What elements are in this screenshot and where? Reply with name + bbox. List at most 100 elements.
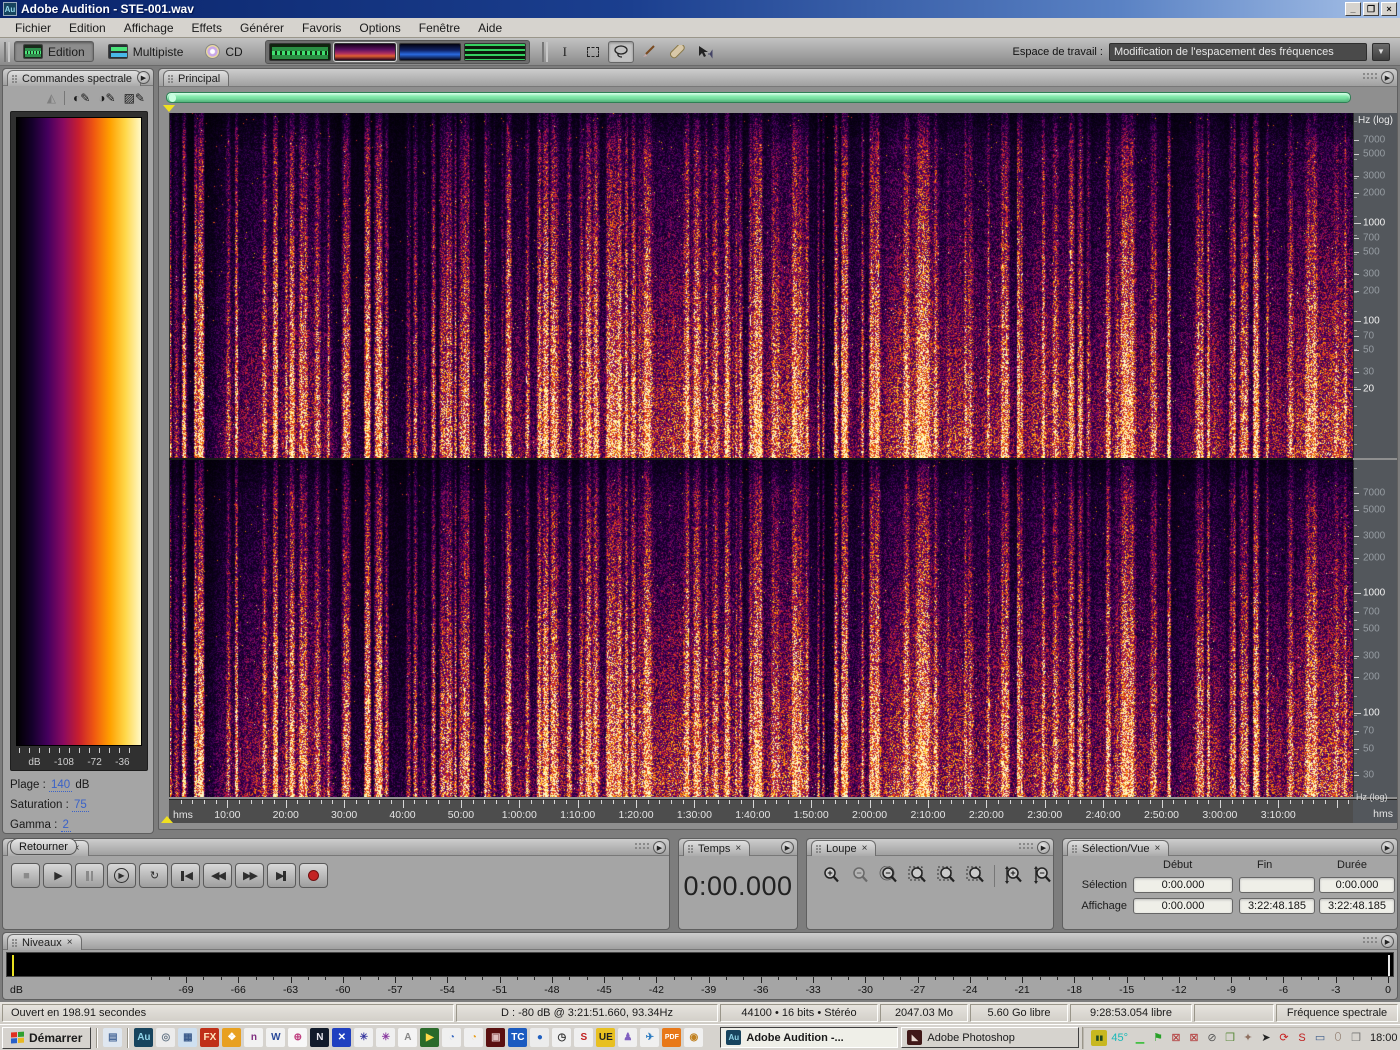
media-player-icon[interactable]: ◉ <box>684 1028 704 1047</box>
play-looped-button[interactable]: ↻ <box>139 863 168 888</box>
star-app-2-icon[interactable]: ✳ <box>376 1028 396 1047</box>
ultraedit-icon[interactable]: UE <box>596 1028 616 1047</box>
purple-figure-app-icon[interactable]: ♟ <box>618 1028 638 1047</box>
menu-affichage[interactable]: Affichage <box>115 19 183 37</box>
record-button[interactable] <box>299 863 328 888</box>
play-from-cursor-button[interactable]: ▶ <box>107 863 136 888</box>
audio-pause-indicator-icon[interactable]: ▮▮ <box>1091 1029 1108 1046</box>
minimized-strip-icon[interactable]: ▁ <box>1132 1030 1148 1046</box>
go-to-beginning-button[interactable]: ◀ <box>171 863 200 888</box>
zoom-out-full-button[interactable]: − <box>875 863 902 888</box>
time-selection-tool[interactable]: I <box>552 41 578 63</box>
zoom-to-selection-button[interactable] <box>904 863 931 888</box>
spot-healing-brush-tool[interactable] <box>664 41 690 63</box>
selection-tab-close-icon[interactable]: × <box>1154 843 1160 854</box>
package-utility-icon[interactable]: ❒ <box>1222 1030 1238 1046</box>
time-panel-menu-icon[interactable]: ▶ <box>781 841 794 854</box>
horizontal-scrollbar[interactable] <box>166 92 1351 103</box>
globe-gold-icon[interactable]: ◔ <box>464 1028 484 1047</box>
scrub-tool[interactable] <box>692 41 718 63</box>
rewind-button[interactable]: ◀◀ <box>203 863 232 888</box>
airplane-app-icon[interactable]: ✈ <box>640 1028 660 1047</box>
tc-app-icon[interactable]: TC <box>508 1028 528 1047</box>
pen-tool-app-icon[interactable]: ✕ <box>332 1028 352 1047</box>
menu-edition[interactable]: Edition <box>60 19 115 37</box>
waveform-display-view[interactable] <box>268 42 331 61</box>
pointer-utility-icon[interactable]: ✦ <box>1240 1030 1256 1046</box>
sbp-app-icon[interactable]: S <box>574 1028 594 1047</box>
spectral-phase-display-view[interactable] <box>463 42 526 61</box>
transport-panel-menu-icon[interactable]: ▶ <box>653 841 666 854</box>
minimize-button[interactable]: _ <box>1345 2 1361 16</box>
selection-debut-field[interactable]: 0:00.000 <box>1133 877 1233 893</box>
menu-generer[interactable]: Générer <box>231 19 293 37</box>
dark-red-app-icon[interactable]: ▣ <box>486 1028 506 1047</box>
selection-panel-menu-icon[interactable]: ▶ <box>1381 841 1394 854</box>
playhead-marker-top[interactable] <box>163 105 175 112</box>
show-desktop-icon[interactable]: ▤ <box>103 1028 123 1047</box>
zoom-out-horizontal-button[interactable]: − <box>846 863 873 888</box>
affichage-debut-field[interactable]: 0:00.000 <box>1133 898 1233 914</box>
fast-forward-button[interactable]: ▶▶ <box>235 863 264 888</box>
play-button[interactable]: ▶ <box>43 863 72 888</box>
time-tab[interactable]: Temps × <box>683 840 751 856</box>
multipiste-mode-button[interactable]: Multipiste <box>100 42 192 61</box>
edit-palette-icon-3[interactable]: ▨✎ <box>124 91 145 105</box>
effects-paintbrush-tool[interactable] <box>636 41 662 63</box>
zoom-in-left-edge-selection-button[interactable] <box>933 863 960 888</box>
marquee-selection-tool[interactable] <box>580 41 606 63</box>
clock-app-icon[interactable]: ◷ <box>552 1028 572 1047</box>
spectral-color-gradient[interactable] <box>16 117 142 746</box>
edition-mode-button[interactable]: Edition <box>14 41 94 62</box>
principal-tab[interactable]: Principal <box>163 70 230 86</box>
frequency-scale-top[interactable]: Hz (log) 7000 5000 3000 2000 1000 700 500 300 200… <box>1353 113 1397 458</box>
saturation-value[interactable]: 75 <box>72 799 89 812</box>
range-value[interactable]: 140 <box>49 779 73 792</box>
workspace-dropdown-arrow-icon[interactable]: ▼ <box>1372 42 1390 61</box>
main-panel-menu-icon[interactable]: ▶ <box>1381 71 1394 84</box>
pause-button[interactable] <box>75 863 104 888</box>
display-settings-icon[interactable]: ▭ <box>1312 1030 1328 1046</box>
sync-utility-icon[interactable]: ⟳ <box>1276 1030 1292 1046</box>
zoom-out-vertical-button[interactable]: − <box>1029 863 1056 888</box>
spectral-frequency-display-view[interactable] <box>332 41 397 62</box>
orange-utility-icon[interactable]: ❖ <box>222 1028 242 1047</box>
restore-button[interactable]: ❐ <box>1363 2 1379 16</box>
levels-tab-close-icon[interactable]: × <box>67 937 73 948</box>
task-adobe-audition-[interactable]: Au Adobe Audition -... <box>720 1027 899 1048</box>
stop-button[interactable]: ■ <box>11 863 40 888</box>
blocked-device-icon[interactable]: ⊘ <box>1204 1030 1220 1046</box>
menu-fichier[interactable]: Fichier <box>6 19 60 37</box>
network-offline-2-icon[interactable]: ⊠ <box>1186 1030 1202 1046</box>
spectral-panel-menu-icon[interactable]: ▶ <box>137 71 150 84</box>
affichage-fin-field[interactable]: 3:22:48.185 <box>1239 898 1315 914</box>
level-meter[interactable] <box>6 952 1394 977</box>
network-offline-1-icon[interactable]: ⊠ <box>1168 1030 1184 1046</box>
document-viewer-icon[interactable]: A <box>398 1028 418 1047</box>
go-to-end-button[interactable]: ▶ <box>267 863 296 888</box>
spectrogram-left-channel[interactable] <box>169 113 1354 458</box>
spectral-panel-tab[interactable]: Commandes spectrale <box>7 70 142 86</box>
levels-tab[interactable]: Niveaux × <box>7 934 82 950</box>
adobe-audition-icon[interactable]: Au <box>134 1028 154 1047</box>
netscape-icon[interactable]: N <box>310 1028 330 1047</box>
spectrogram-right-channel[interactable] <box>169 460 1354 797</box>
globe-blue-icon[interactable]: ◔ <box>442 1028 462 1047</box>
selection-tab[interactable]: Sélection/Vue × <box>1067 840 1170 856</box>
zoom-in-horizontal-button[interactable]: + <box>817 863 844 888</box>
gamma-value[interactable]: 2 <box>60 819 71 832</box>
cursor-utility-icon[interactable]: ➤ <box>1258 1030 1274 1046</box>
levels-panel-menu-icon[interactable]: ▶ <box>1381 935 1394 948</box>
toolbar-grip[interactable] <box>4 41 10 62</box>
planet-app-icon[interactable]: ⊕ <box>288 1028 308 1047</box>
zoom-tab[interactable]: Loupe × <box>811 840 877 856</box>
onenote-icon[interactable]: n <box>244 1028 264 1047</box>
menu-favoris[interactable]: Favoris <box>293 19 350 37</box>
star-app-1-icon[interactable]: ✳ <box>354 1028 374 1047</box>
zoom-in-vertical-button[interactable]: + <box>1000 863 1027 888</box>
selection-duree-field[interactable]: 0:00.000 <box>1319 877 1395 893</box>
word-icon[interactable]: W <box>266 1028 286 1047</box>
menu-options[interactable]: Options <box>350 19 409 37</box>
zoom-panel-menu-icon[interactable]: ▶ <box>1037 841 1050 854</box>
flag-status-icon[interactable]: ⚑ <box>1150 1030 1166 1046</box>
